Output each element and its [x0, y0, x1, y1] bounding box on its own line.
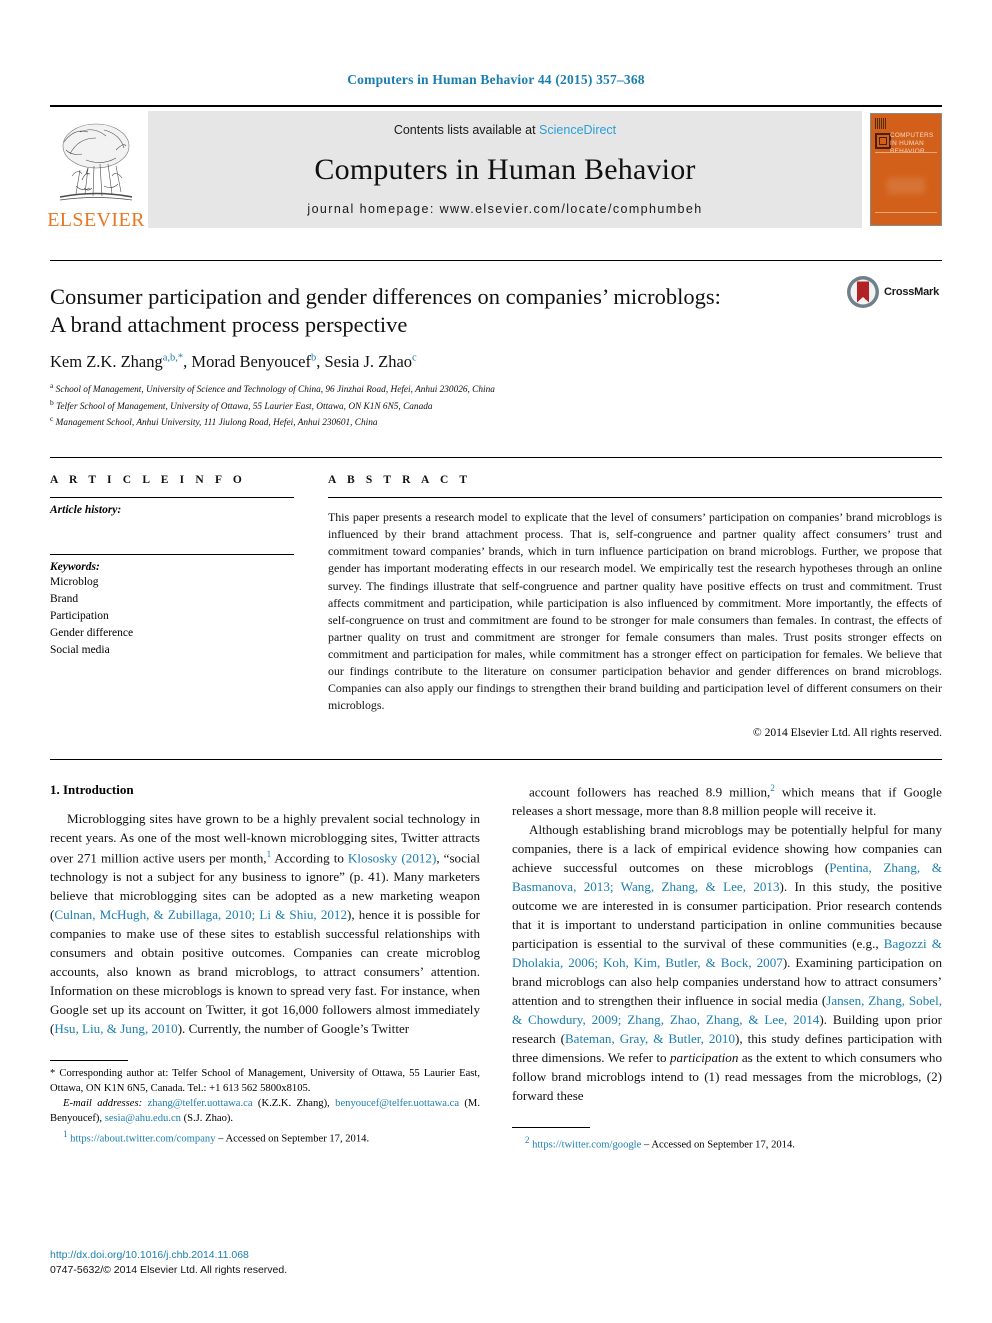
journal-emblem-icon: [875, 133, 891, 149]
abstract-divider: [328, 496, 942, 498]
corresponding-author-note: * Corresponding author at: Telfer School…: [50, 1067, 480, 1094]
body-left-column: 1. Introduction Microblogging sites have…: [50, 782, 480, 1154]
article-info-divider-2: [50, 553, 294, 555]
abstract-column: A B S T R A C T This paper presents a re…: [328, 474, 942, 739]
affiliation-b: b Telfer School of Management, Universit…: [50, 398, 942, 415]
affiliation-list: a School of Management, University of Sc…: [50, 381, 942, 431]
footnote-2: 2 https://twitter.com/google – Accessed …: [525, 1134, 795, 1151]
intro-paragraph-3: Although establishing brand microblogs m…: [512, 821, 943, 1103]
keyword-list: Microblog Brand Participation Gender dif…: [50, 574, 294, 659]
affiliation-a: a School of Management, University of Sc…: [50, 381, 942, 398]
affiliation-marker-c: c: [50, 414, 54, 424]
footnote-rule: [50, 1059, 128, 1061]
affiliation-text-b: Telfer School of Management, University …: [56, 401, 433, 412]
journal-homepage[interactable]: journal homepage: www.elsevier.com/locat…: [307, 202, 702, 216]
doi-link[interactable]: http://dx.doi.org/10.1016/j.chb.2014.11.…: [50, 1248, 287, 1264]
colophon: http://dx.doi.org/10.1016/j.chb.2014.11.…: [50, 1248, 287, 1280]
article-info-heading: A R T I C L E I N F O: [50, 473, 246, 486]
keyword-item: Social media: [50, 644, 110, 656]
affiliation-marker-a: a: [50, 381, 54, 391]
section-heading-introduction: 1. Introduction: [50, 781, 134, 797]
elsevier-logo: ELSEVIER: [47, 107, 145, 232]
intro-paragraph-2: account followers has reached 8.9 millio…: [512, 782, 942, 818]
running-head: Computers in Human Behavior 44 (2015) 35…: [347, 72, 645, 87]
issn-copyright-line: 0747-5632/© 2014 Elsevier Ltd. All right…: [50, 1264, 288, 1277]
info-abstract-section: A R T I C L E I N F O Article history: K…: [50, 456, 942, 739]
copyright-line: © 2014 Elsevier Ltd. All rights reserved…: [752, 725, 942, 739]
contents-prefix: Contents lists available at: [393, 123, 540, 137]
abstract-text: This paper presents a research model to …: [328, 509, 942, 713]
elsevier-tree-icon: [59, 123, 133, 201]
cover-divider-bottom: [875, 212, 937, 213]
crossmark-label: CrossMark: [884, 286, 940, 298]
keywords-label: Keywords:: [50, 560, 100, 573]
keyword-item: Microblog: [50, 575, 99, 588]
article-page: Computers in Human Behavior 44 (2015) 35…: [0, 0, 992, 1323]
email-addresses-note: E-mail addresses: zhang@telfer.uottawa.c…: [50, 1098, 480, 1125]
right-footnotes: 2 https://twitter.com/google – Accessed …: [512, 1120, 942, 1153]
affiliation-c: c Management School, Anhui University, 1…: [50, 414, 942, 431]
affiliation-marker-b: b: [50, 397, 54, 407]
journal-band: Contents lists available at ScienceDirec…: [148, 111, 862, 228]
contents-available-line: Contents lists available at ScienceDirec…: [394, 123, 616, 137]
body-divider: [50, 758, 942, 760]
cover-divider-top: [875, 152, 937, 153]
intro-paragraph-1: Microblogging sites have grown to be a h…: [50, 810, 481, 1036]
page-title: Consumer participation and gender differ…: [50, 284, 721, 338]
footnote-1: 1 https://about.twitter.com/company – Ac…: [63, 1129, 370, 1145]
abstract-heading: A B S T R A C T: [328, 473, 472, 486]
affiliation-text-a: School of Management, University of Scie…: [55, 385, 495, 396]
footnote-rule: [512, 1126, 590, 1128]
article-info-column: A R T I C L E I N F O Article history: K…: [50, 474, 294, 739]
keyword-item: Participation: [50, 609, 109, 622]
sciencedirect-link[interactable]: ScienceDirect: [539, 123, 616, 137]
keyword-item: Brand: [50, 592, 79, 605]
affiliation-text-c: Management School, Anhui University, 111…: [55, 418, 378, 429]
body-columns: 1. Introduction Microblogging sites have…: [50, 782, 942, 1154]
crossmark-badge[interactable]: CrossMark: [846, 275, 942, 309]
article-info-divider-1: [50, 496, 294, 498]
body-right-column: account followers has reached 8.9 millio…: [512, 782, 942, 1154]
elsevier-wordmark: ELSEVIER: [47, 209, 145, 231]
author-list: Kem Z.K. Zhanga,b,*, Morad Benyoucefb, S…: [50, 352, 417, 372]
journal-cover-thumbnail: COMPUTERS IN HUMAN BEHAVIOR: [870, 113, 942, 226]
article-history-label: Article history:: [50, 503, 122, 516]
title-block: Consumer participation and gender differ…: [50, 260, 942, 431]
keyword-item: Gender difference: [50, 626, 134, 639]
cover-artwork: [887, 178, 925, 194]
crossmark-icon: [847, 276, 879, 308]
journal-title: Computers in Human Behavior: [314, 152, 696, 186]
journal-masthead: ELSEVIER Contents lists available at Sci…: [47, 105, 942, 232]
left-footnotes: * Corresponding author at: Telfer School…: [50, 1053, 480, 1148]
qr-code-icon: [875, 118, 886, 129]
